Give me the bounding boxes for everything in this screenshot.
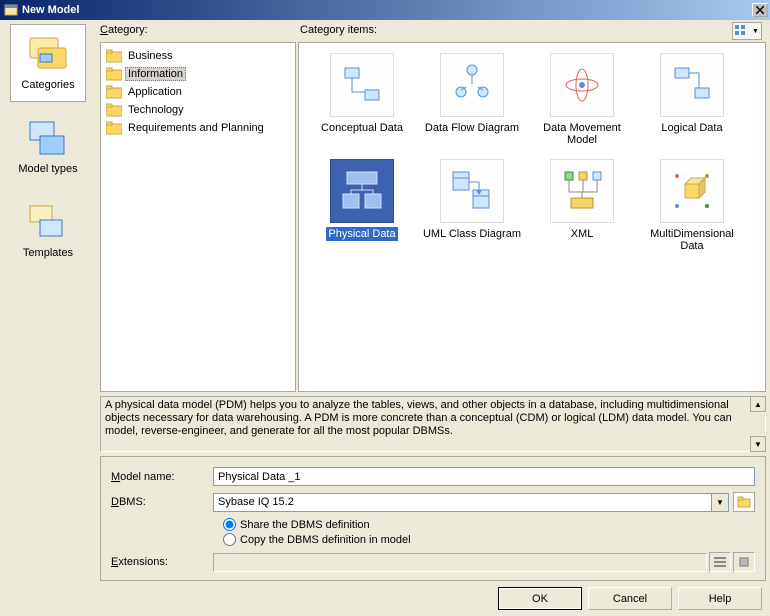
- dbms-combobox[interactable]: Sybase IQ 15.2 ▼: [213, 493, 729, 512]
- description-text: A physical data model (PDM) helps you to…: [105, 399, 732, 437]
- model-form: Model name: DBMS: Sybase IQ 15.2 ▼ Share…: [100, 456, 766, 581]
- ok-button[interactable]: OK: [498, 587, 582, 610]
- category-item-logical-data[interactable]: Logical Data: [638, 53, 746, 153]
- model-name-label: Model name:: [111, 471, 213, 483]
- folders-icon: [24, 35, 72, 75]
- folder-icon: [105, 48, 123, 64]
- category-item-conceptual-data[interactable]: Conceptual Data: [308, 53, 416, 153]
- left-nav-label: Templates: [23, 247, 73, 259]
- category-item-uml-class-diagram[interactable]: UML Class Diagram: [418, 159, 526, 259]
- category-item-label: XML: [569, 227, 596, 241]
- left-nav-categories[interactable]: Categories: [10, 24, 86, 102]
- category-item-multidimensional-data[interactable]: MultiDimensional Data: [638, 159, 746, 259]
- templates-icon: [24, 203, 72, 243]
- category-item-label: Conceptual Data: [319, 121, 405, 135]
- clear-icon: [738, 556, 750, 568]
- tree-item-technology[interactable]: Technology: [103, 101, 293, 119]
- dropdown-arrow-icon[interactable]: ▼: [711, 494, 728, 511]
- model-name-input[interactable]: [213, 467, 755, 486]
- physical-data-icon: [330, 159, 394, 223]
- left-nav: Categories Model types Templates: [4, 24, 92, 612]
- tree-item-label: Application: [125, 85, 185, 99]
- category-tree[interactable]: Business Information Application Technology…: [100, 42, 296, 392]
- tree-item-application[interactable]: Application: [103, 83, 293, 101]
- category-item-data-movement-model[interactable]: Data Movement Model: [528, 53, 636, 153]
- category-item-label: Data Flow Diagram: [423, 121, 521, 135]
- category-item-label: UML Class Diagram: [421, 227, 523, 241]
- folder-icon: [105, 66, 123, 82]
- left-nav-model-types[interactable]: Model types: [10, 108, 86, 186]
- tree-item-information[interactable]: Information: [103, 65, 293, 83]
- list-icon: [714, 556, 726, 568]
- help-button[interactable]: Help: [678, 587, 762, 610]
- folder-icon: [105, 84, 123, 100]
- window-icon: [4, 3, 18, 17]
- folder-icon: [105, 120, 123, 136]
- dbms-browse-button[interactable]: [733, 492, 755, 512]
- folder-open-icon: [737, 495, 751, 509]
- window-title: New Model: [22, 4, 752, 16]
- extensions-label: Extensions:: [111, 556, 213, 568]
- tree-item-label: Business: [125, 49, 176, 63]
- left-nav-label: Model types: [18, 163, 77, 175]
- category-items-panel[interactable]: Conceptual Data Data Flow Diagram Data Mov…: [298, 42, 766, 392]
- view-options-button[interactable]: ▼: [732, 22, 762, 40]
- description-panel: A physical data model (PDM) helps you to…: [100, 396, 766, 452]
- extensions-select-button[interactable]: [709, 552, 731, 572]
- radio-copy-label: Copy the DBMS definition in model: [240, 534, 411, 546]
- left-nav-label: Categories: [21, 79, 74, 91]
- category-item-xml[interactable]: XML: [528, 159, 636, 259]
- dbms-value: Sybase IQ 15.2: [218, 496, 294, 508]
- folder-icon: [105, 102, 123, 118]
- tree-item-label: Information: [125, 67, 186, 81]
- multidimensional-data-icon: [660, 159, 724, 223]
- radio-share-dbms[interactable]: Share the DBMS definition: [223, 518, 755, 531]
- window-close-button[interactable]: [752, 3, 768, 17]
- cancel-button[interactable]: Cancel: [588, 587, 672, 610]
- scroll-down-button[interactable]: ▼: [750, 436, 766, 452]
- category-item-label: MultiDimensional Data: [638, 227, 746, 253]
- category-item-label: Physical Data: [326, 227, 397, 241]
- grid-view-icon: [735, 25, 749, 37]
- left-nav-templates[interactable]: Templates: [10, 192, 86, 270]
- extensions-clear-button[interactable]: [733, 552, 755, 572]
- logical-data-icon: [660, 53, 724, 117]
- category-label: Category:: [100, 24, 148, 36]
- model-types-icon: [24, 119, 72, 159]
- window-titlebar: New Model: [0, 0, 770, 20]
- data-movement-model-icon: [550, 53, 614, 117]
- tree-item-label: Technology: [125, 103, 187, 117]
- radio-share-label: Share the DBMS definition: [240, 519, 370, 531]
- radio-copy-dbms[interactable]: Copy the DBMS definition in model: [223, 533, 755, 546]
- dbms-label: DBMS:: [111, 496, 213, 508]
- data-flow-diagram-icon: [440, 53, 504, 117]
- uml-class-diagram-icon: [440, 159, 504, 223]
- tree-item-label: Requirements and Planning: [125, 121, 267, 135]
- dropdown-arrow-icon: ▼: [752, 28, 759, 35]
- category-item-physical-data[interactable]: Physical Data: [308, 159, 416, 259]
- category-item-label: Data Movement Model: [528, 121, 636, 147]
- conceptual-data-icon: [330, 53, 394, 117]
- category-item-data-flow-diagram[interactable]: Data Flow Diagram: [418, 53, 526, 153]
- category-items-label: Category items:: [300, 24, 377, 36]
- tree-item-requirements[interactable]: Requirements and Planning: [103, 119, 293, 137]
- scroll-up-button[interactable]: ▲: [750, 396, 766, 412]
- xml-icon: [550, 159, 614, 223]
- category-item-label: Logical Data: [659, 121, 724, 135]
- extensions-input[interactable]: [213, 553, 707, 572]
- tree-item-business[interactable]: Business: [103, 47, 293, 65]
